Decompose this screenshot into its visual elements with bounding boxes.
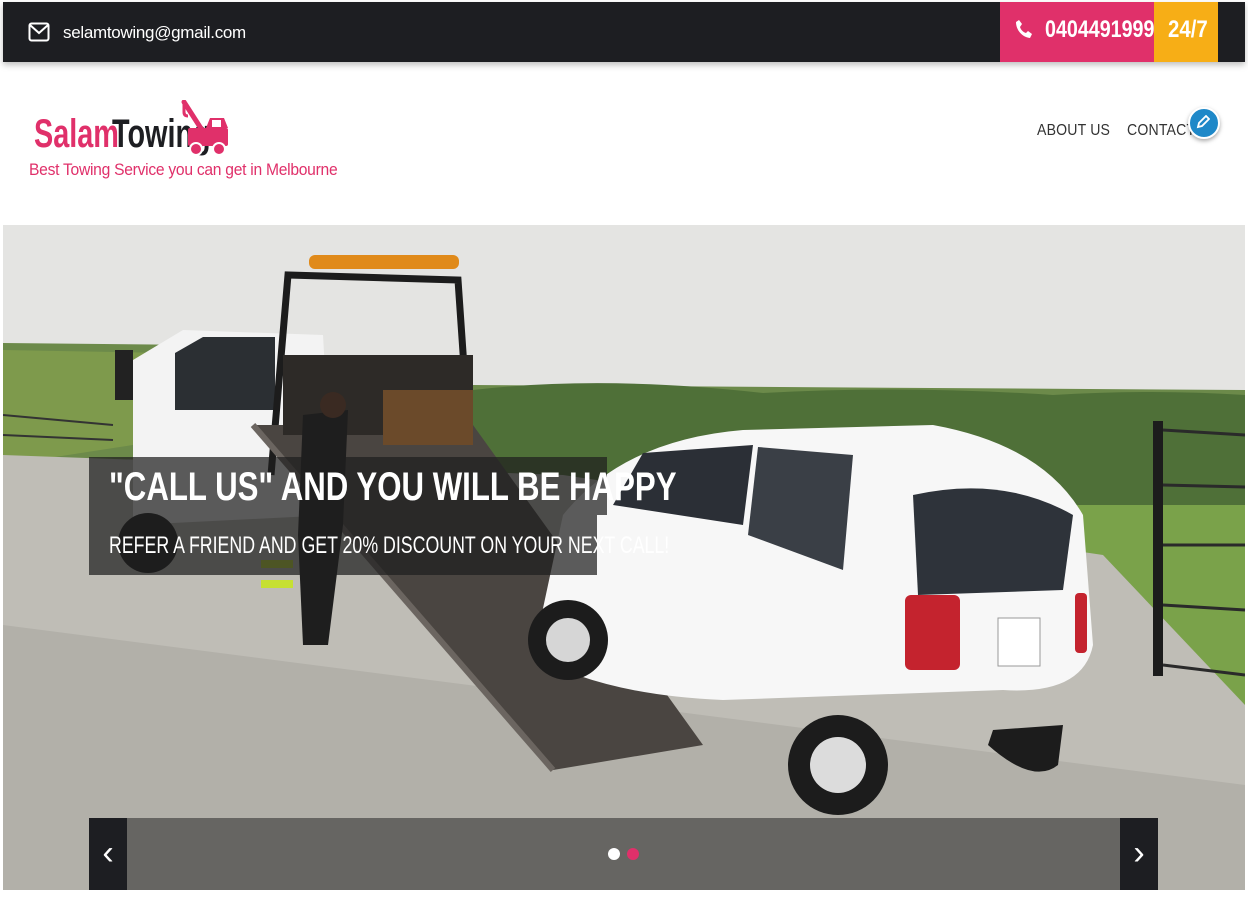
nav-about-us[interactable]: ABOUT US — [1037, 122, 1110, 140]
slider-headline: "CALL US" AND YOU WILL BE HAPPY — [109, 465, 677, 509]
hero-slider: "CALL US" AND YOU WILL BE HAPPY REFER A … — [3, 225, 1245, 890]
slider-subline-box: REFER A FRIEND AND GET 20% DISCOUNT ON Y… — [89, 515, 669, 575]
slider-subline: REFER A FRIEND AND GET 20% DISCOUNT ON Y… — [109, 532, 670, 559]
nav-contact[interactable]: CONTACT — [1127, 122, 1195, 140]
email-link[interactable]: selamtowing@gmail.com — [63, 23, 246, 43]
slider-headline-box: "CALL US" AND YOU WILL BE HAPPY — [89, 457, 677, 515]
site-tagline: Best Towing Service you can get in Melbo… — [29, 160, 338, 179]
top-bar: selamtowing@gmail.com 0404491999 24/7 — [3, 2, 1245, 62]
phone-call-button[interactable]: 0404491999 — [1000, 2, 1154, 62]
phone-number[interactable]: 0404491999 — [1045, 16, 1154, 44]
phone-icon — [1015, 19, 1033, 44]
logo-text-salam: Salam — [34, 112, 119, 156]
availability-text: 24/7 — [1168, 16, 1208, 43]
tow-truck-logo-icon — [180, 99, 230, 163]
availability-badge: 24/7 — [1154, 2, 1218, 62]
slider-dot-1[interactable] — [608, 848, 620, 860]
pencil-icon[interactable] — [1188, 107, 1220, 139]
chevron-right-icon[interactable]: › — [1120, 818, 1158, 890]
slider-dot-2-active[interactable] — [627, 848, 639, 860]
chevron-left-icon[interactable]: ‹ — [89, 818, 127, 890]
slider-controls: ‹ › — [89, 818, 1158, 890]
envelope-icon — [28, 22, 50, 47]
